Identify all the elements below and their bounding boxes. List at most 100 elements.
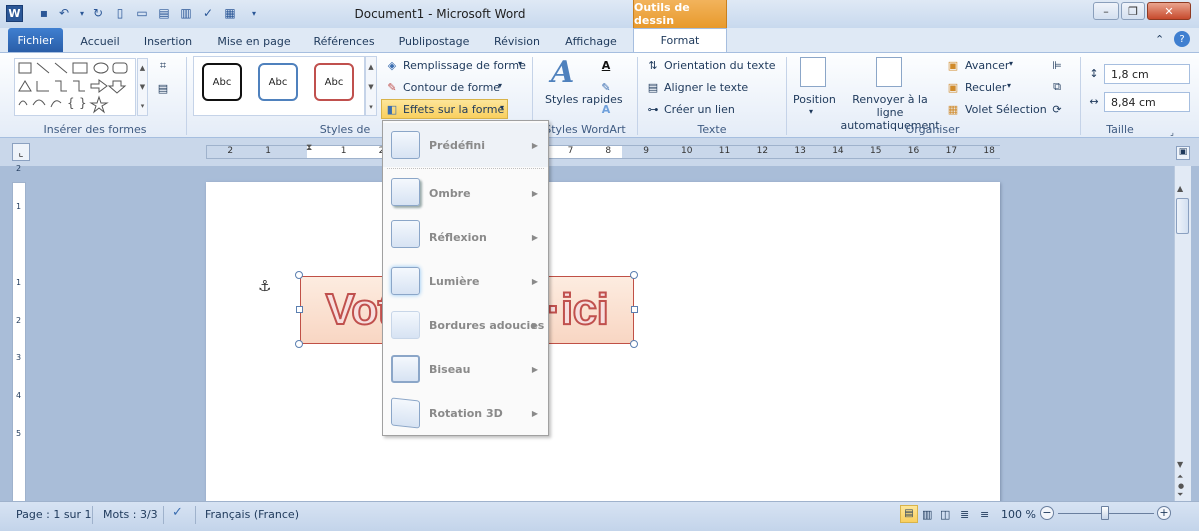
shape-style-red[interactable]: Abc	[314, 63, 354, 101]
resize-handle-br[interactable]	[630, 340, 638, 348]
shape-style-blue[interactable]: Abc	[258, 63, 298, 101]
vertical-scrollbar[interactable]: ▲ ▼ ⏶ ● ⏷	[1174, 166, 1191, 501]
remplissage-dropdown-icon[interactable]: ▾	[518, 59, 522, 68]
customize-qat-icon[interactable]: ▾	[246, 5, 262, 21]
tab-selector-icon[interactable]: ⌞	[12, 143, 30, 161]
remplissage-button[interactable]: Remplissage de forme	[403, 59, 526, 72]
reculer-button[interactable]: Reculer	[965, 81, 1006, 94]
volet-selection-button[interactable]: Volet Sélection	[965, 103, 1047, 116]
vertical-ruler[interactable]: 2 1 1 2 3 4 5	[12, 164, 26, 502]
edit-shape-icon[interactable]: ⌗	[156, 59, 170, 73]
horizontal-ruler[interactable]: ⧗ 21123456789101112131415161718	[206, 143, 1001, 159]
resize-handle-bl[interactable]	[295, 340, 303, 348]
spelling-icon[interactable]: ✓	[200, 5, 216, 21]
height-input[interactable]: 1,8 cm	[1104, 64, 1190, 84]
rotate-icon[interactable]: ⟳	[1050, 102, 1064, 116]
tab-accueil[interactable]: Accueil	[72, 31, 128, 52]
shapes-gallery[interactable]: { }	[14, 58, 136, 116]
wrap-text-icon[interactable]	[876, 57, 902, 87]
resize-handle-tr[interactable]	[630, 271, 638, 279]
outline-view-icon[interactable]: ≣	[960, 508, 969, 521]
align-icon[interactable]: ⊫	[1050, 58, 1064, 72]
group-icon[interactable]: ⧉	[1050, 80, 1064, 94]
zoom-level[interactable]: 100 %	[1001, 508, 1036, 521]
web-layout-icon[interactable]: ◫	[940, 508, 950, 521]
browse-object-icon[interactable]: ●	[1178, 482, 1184, 490]
menu-item-reflexion[interactable]: Réflexion ▶	[383, 215, 548, 259]
zoom-in-icon[interactable]: +	[1157, 506, 1171, 520]
shape-style-black[interactable]: Abc	[202, 63, 242, 101]
draft-view-icon[interactable]: ≡	[980, 508, 989, 521]
position-button[interactable]: Position	[793, 93, 836, 106]
tab-references[interactable]: Références	[306, 31, 382, 52]
draw-textbox-icon[interactable]: ▤	[156, 81, 170, 95]
minimize-button[interactable]: –	[1093, 2, 1119, 20]
restore-button[interactable]: ❐	[1121, 2, 1145, 20]
next-page-icon[interactable]: ⏷	[1177, 490, 1183, 500]
tab-fichier[interactable]: Fichier	[8, 28, 63, 52]
tab-insertion[interactable]: Insertion	[136, 31, 200, 52]
styles-scroll-icon[interactable]: ▲ ▼ ▾	[365, 56, 377, 116]
shapes-scroll-icon[interactable]: ▲ ▼ ▾	[137, 58, 148, 116]
word-count[interactable]: Mots : 3/3	[103, 508, 158, 521]
text-outline-icon[interactable]: ✎	[599, 80, 613, 94]
tab-revision[interactable]: Révision	[486, 31, 548, 52]
menu-item-rotation-3d[interactable]: Rotation 3D ▶	[383, 391, 548, 435]
width-input[interactable]: 8,84 cm	[1104, 92, 1190, 112]
text-effects-icon[interactable]: A	[599, 102, 613, 116]
menu-item-ombre[interactable]: Ombre ▶	[383, 171, 548, 215]
contour-dropdown-icon[interactable]: ▾	[498, 81, 502, 90]
save-icon[interactable]: ▪	[36, 5, 52, 21]
open-icon[interactable]: ▭	[134, 5, 150, 21]
help-icon[interactable]: ?	[1174, 31, 1190, 47]
tab-affichage[interactable]: Affichage	[556, 31, 626, 52]
position-icon[interactable]	[800, 57, 826, 87]
view-ruler-icon[interactable]: ▣	[1176, 146, 1190, 160]
resize-handle-r[interactable]	[631, 306, 638, 313]
minimize-ribbon-icon[interactable]: ⌃	[1155, 33, 1164, 46]
undo-dropdown-icon[interactable]: ▾	[74, 5, 90, 21]
resize-handle-l[interactable]	[296, 306, 303, 313]
redo-icon[interactable]: ↻	[90, 5, 106, 21]
text-fill-icon[interactable]: A	[599, 58, 613, 72]
size-dialog-launcher-icon[interactable]: ⌟	[1165, 125, 1179, 139]
aligner-button[interactable]: Aligner le texte	[664, 81, 748, 94]
close-button[interactable]: ✕	[1147, 2, 1191, 20]
styles-rapides-button[interactable]: Styles rapides	[545, 93, 623, 106]
print-preview-icon[interactable]: ▥	[178, 5, 194, 21]
previous-page-icon[interactable]: ⏶	[1177, 472, 1183, 482]
indent-marker-icon[interactable]: ⧗	[306, 143, 312, 153]
menu-item-lumiere[interactable]: Lumière ▶	[383, 259, 548, 303]
tab-mise-en-page[interactable]: Mise en page	[210, 31, 298, 52]
undo-icon[interactable]: ↶	[56, 5, 72, 21]
document-page[interactable]: ⚓ Votre·texte·ici	[206, 182, 1000, 512]
orientation-button[interactable]: Orientation du texte	[664, 59, 776, 72]
print-layout-view-icon[interactable]: ▤	[900, 505, 918, 523]
position-dropdown-icon[interactable]: ▾	[809, 107, 813, 116]
word-logo-icon[interactable]: W	[6, 5, 23, 22]
reculer-dropdown-icon[interactable]: ▾	[1007, 81, 1011, 90]
language[interactable]: Français (France)	[205, 508, 299, 521]
scroll-thumb[interactable]	[1176, 198, 1189, 234]
page-count[interactable]: Page : 1 sur 1	[16, 508, 92, 521]
print-icon[interactable]: ▤	[156, 5, 172, 21]
resize-handle-tl[interactable]	[295, 271, 303, 279]
zoom-out-icon[interactable]: −	[1040, 506, 1054, 520]
contour-button[interactable]: Contour de forme	[403, 81, 500, 94]
tab-format[interactable]: Format	[633, 28, 727, 52]
avancer-dropdown-icon[interactable]: ▾	[1009, 59, 1013, 68]
zoom-slider-thumb[interactable]	[1101, 506, 1109, 520]
tab-publipostage[interactable]: Publipostage	[390, 31, 478, 52]
scroll-up-icon[interactable]: ▲	[1177, 184, 1183, 193]
full-screen-reading-icon[interactable]: ▥	[922, 508, 932, 521]
menu-item-bordures-adoucies[interactable]: Bordures adoucies ▶	[383, 303, 548, 347]
new-document-icon[interactable]: ▯	[112, 5, 128, 21]
proofing-icon[interactable]: ✓	[172, 505, 183, 520]
menu-item-biseau[interactable]: Biseau ▶	[383, 347, 548, 391]
wordart-a-icon[interactable]: A	[551, 55, 574, 90]
draw-table-icon[interactable]: ▦	[222, 5, 238, 21]
scroll-down-icon[interactable]: ▼	[1177, 460, 1183, 469]
avancer-button[interactable]: Avancer	[965, 59, 1009, 72]
creer-lien-button[interactable]: Créer un lien	[664, 103, 735, 116]
menu-item-predefini[interactable]: Prédéfini ▶	[383, 123, 548, 167]
